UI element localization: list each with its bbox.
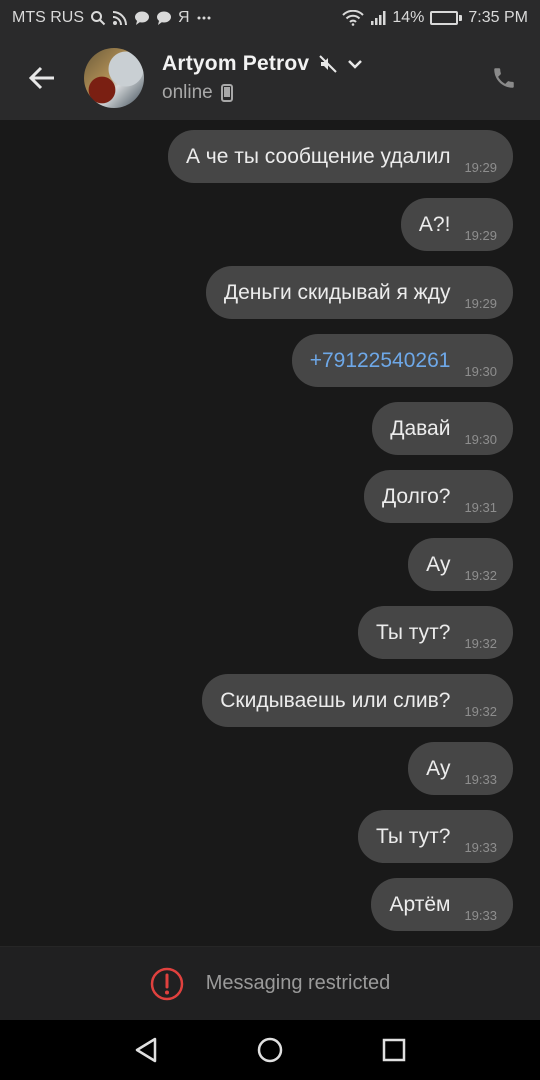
- message-time: 19:33: [464, 772, 497, 787]
- message-time: 19:33: [464, 908, 497, 923]
- arrow-left-icon: [28, 66, 54, 90]
- message-time: 19:32: [464, 636, 497, 651]
- message-text: Деньги скидывай я жду: [223, 280, 451, 304]
- message-text: Ты тут?: [375, 620, 451, 644]
- message-bubble[interactable]: Ты тут? 19:33: [357, 810, 513, 863]
- message-text: Скидываешь или слив?: [220, 688, 451, 712]
- message-bubble[interactable]: Долго? 19:31: [363, 470, 513, 523]
- messaging-restricted-bar: Messaging restricted: [0, 946, 540, 1020]
- chevron-down-icon[interactable]: [347, 58, 363, 70]
- muted-speaker-icon: [319, 55, 338, 73]
- chat-header: Artyom Petrov online: [0, 36, 540, 120]
- phone-icon: [494, 68, 514, 88]
- message-text: А?!: [418, 212, 451, 236]
- battery-icon: [430, 11, 463, 25]
- square-recents-icon: [382, 1038, 406, 1062]
- message-bubble[interactable]: А че ты сообщение удалил 19:29: [167, 130, 513, 183]
- mobile-phone-icon: [220, 84, 233, 102]
- message-bubble[interactable]: Деньги скидывай я жду 19:29: [205, 266, 513, 319]
- rss-icon: [112, 10, 128, 26]
- message-text: Артём: [389, 892, 451, 916]
- chat-bubble-icon: [134, 10, 150, 26]
- restricted-label: Messaging restricted: [205, 972, 391, 994]
- nav-back-button[interactable]: [128, 1032, 164, 1068]
- nav-recents-button[interactable]: [376, 1032, 412, 1068]
- message-list[interactable]: А че ты сообщение удалил 19:29 А?! 19:29…: [0, 120, 540, 946]
- message-bubble[interactable]: Ты тут? 19:32: [357, 606, 513, 659]
- online-status: online: [162, 82, 213, 103]
- contact-name: Artyom Petrov: [162, 52, 310, 75]
- clock: 7:35 PM: [468, 9, 528, 26]
- message-time: 19:32: [464, 704, 497, 719]
- avatar[interactable]: [84, 48, 144, 108]
- message-bubble[interactable]: Скидываешь или слив? 19:32: [202, 674, 513, 727]
- status-bar-left: MTS RUS Я: [12, 9, 212, 27]
- search-icon: [90, 10, 106, 26]
- message-text: А че ты сообщение удалил: [185, 144, 451, 168]
- yandex-icon: Я: [178, 9, 190, 26]
- status-bar: MTS RUS Я 14% 7:35 PM: [0, 0, 540, 36]
- chat-title-block[interactable]: Artyom Petrov online: [162, 52, 363, 104]
- more-dots-icon: [196, 10, 212, 26]
- message-bubble[interactable]: Ау 19:32: [408, 538, 513, 591]
- alert-circle-icon: [150, 967, 183, 1000]
- message-time: 19:29: [464, 228, 497, 243]
- triangle-back-icon: [135, 1037, 157, 1063]
- message-time: 19:31: [464, 500, 497, 515]
- message-text: Ау: [426, 756, 451, 780]
- status-bar-right: 14% 7:35 PM: [342, 9, 528, 27]
- message-time: 19:30: [464, 364, 497, 379]
- message-text: Долго?: [381, 484, 451, 508]
- message-time: 19:30: [464, 432, 497, 447]
- message-bubble[interactable]: Давай 19:30: [372, 402, 513, 455]
- circle-home-icon: [257, 1037, 283, 1063]
- wifi-icon: [342, 10, 365, 26]
- back-button[interactable]: [14, 50, 70, 106]
- message-bubble[interactable]: Ау 19:33: [408, 742, 513, 795]
- message-bubble[interactable]: +79122540261 19:30: [291, 334, 513, 387]
- message-bubble[interactable]: А?! 19:29: [400, 198, 513, 251]
- message-time: 19:33: [464, 840, 497, 855]
- message-time: 19:29: [464, 160, 497, 175]
- message-time: 19:32: [464, 568, 497, 583]
- battery-percent: 14%: [392, 9, 425, 26]
- message-text: Ты тут?: [375, 824, 451, 848]
- nav-home-button[interactable]: [252, 1032, 288, 1068]
- phone-number-link[interactable]: +79122540261: [310, 349, 451, 373]
- message-text: Ау: [426, 552, 451, 576]
- message-bubble[interactable]: Артём 19:33: [371, 878, 513, 931]
- system-nav-bar: [0, 1020, 540, 1080]
- message-text: Давай: [390, 416, 451, 440]
- message-time: 19:29: [464, 296, 497, 311]
- signal-icon: [370, 10, 386, 26]
- call-button[interactable]: [488, 62, 520, 94]
- chat-bubble-icon: [156, 10, 172, 26]
- carrier-label: MTS RUS: [12, 9, 84, 26]
